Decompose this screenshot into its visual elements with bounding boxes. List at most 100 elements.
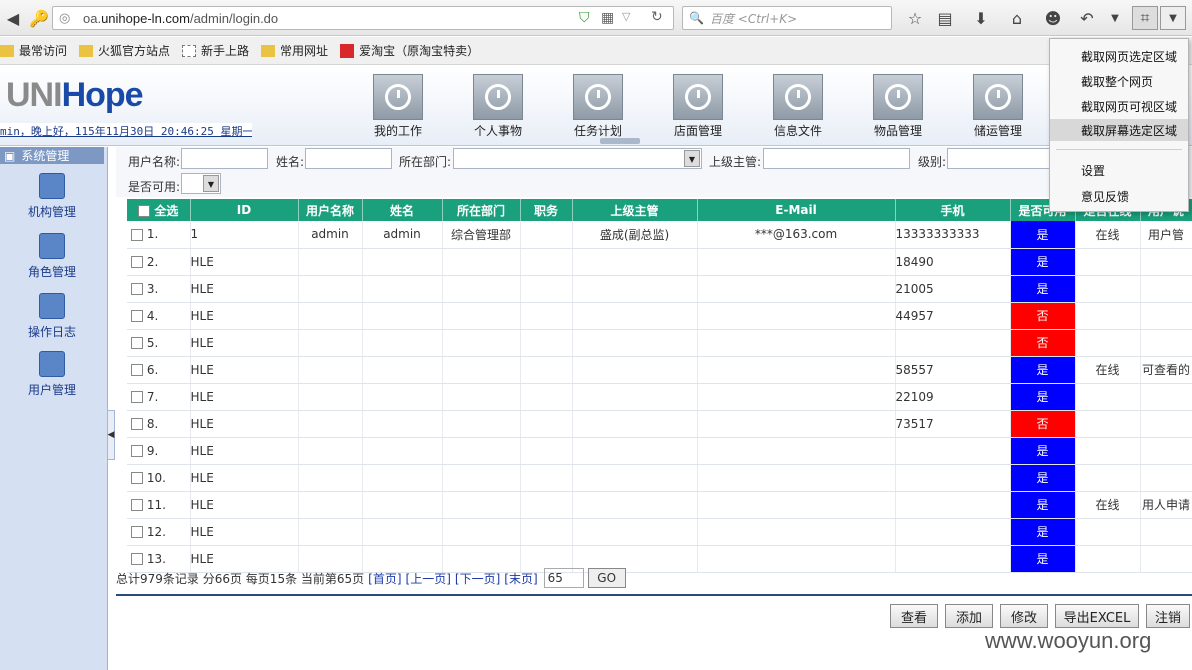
table-row[interactable]: 10. HLE 是 (127, 464, 1192, 492)
row-checkbox[interactable] (131, 526, 143, 538)
table-row[interactable]: 8. HLE 73517 否 (127, 410, 1192, 438)
username-input[interactable] (181, 148, 268, 169)
chevron-down-icon[interactable]: ▼ (1102, 6, 1128, 30)
supervisor-input[interactable] (763, 148, 910, 169)
sidebar-collapse-toggle[interactable]: ◀ (107, 410, 115, 460)
name-input[interactable] (305, 148, 392, 169)
table-row[interactable]: 2. HLE 18490 是 (127, 248, 1192, 276)
row-checkbox[interactable] (131, 445, 143, 457)
undo-icon[interactable]: ↶ (1074, 6, 1100, 30)
logout-button[interactable]: 注销 (1146, 604, 1190, 628)
menu-item-settings[interactable]: 设置 (1050, 159, 1188, 181)
nav-goods[interactable]: 物品管理 (858, 74, 938, 139)
star-icon[interactable]: ☆ (902, 6, 928, 30)
add-button[interactable]: 添加 (945, 604, 993, 628)
row-select-cell[interactable]: 7. (127, 383, 191, 411)
menu-item-capture-full[interactable]: 截取整个网页 (1050, 70, 1188, 92)
last-page-link[interactable]: [末页] (504, 570, 537, 587)
row-checkbox[interactable] (131, 256, 143, 268)
bookmark-firefox[interactable]: 火狐官方站点 (79, 42, 170, 59)
home-icon[interactable]: ⌂ (1004, 6, 1030, 30)
menu-item-capture-selection[interactable]: 截取网页选定区域 (1050, 45, 1188, 67)
back-icon[interactable]: ◀ (0, 6, 26, 30)
clipboard-icon[interactable]: ▤ (932, 6, 958, 30)
table-row[interactable]: 4. HLE 44957 否 (127, 302, 1192, 330)
row-checkbox[interactable] (131, 310, 143, 322)
row-select-cell[interactable]: 2. (127, 248, 191, 276)
chat-icon[interactable]: ☻ (1040, 6, 1066, 30)
search-box[interactable]: 🔍 百度 <Ctrl+K> (682, 6, 892, 30)
bookmark-common[interactable]: 常用网址 (261, 42, 328, 59)
row-select-cell[interactable]: 10. (127, 464, 191, 492)
row-select-cell[interactable]: 5. (127, 329, 191, 357)
next-page-link[interactable]: [下一页] (455, 570, 500, 587)
row-select-cell[interactable]: 11. (127, 491, 191, 519)
nav-store[interactable]: 店面管理 (658, 74, 738, 139)
select-all-header[interactable]: 全选 (127, 199, 191, 221)
nav-my-work[interactable]: 我的工作 (358, 74, 438, 139)
row-select-cell[interactable]: 12. (127, 518, 191, 546)
row-checkbox[interactable] (131, 553, 143, 565)
row-select-cell[interactable]: 4. (127, 302, 191, 330)
shield-icon[interactable]: ⛉ (579, 10, 590, 26)
sidebar-title[interactable]: ▣ 系统管理 (0, 147, 104, 164)
row-select-cell[interactable]: 3. (127, 275, 191, 303)
sidebar-item-roles[interactable]: 角色管理 (0, 233, 104, 280)
row-checkbox[interactable] (131, 472, 143, 484)
cell-note (1140, 275, 1192, 303)
nav-personal[interactable]: 个人事物 (458, 74, 538, 139)
table-row[interactable]: 3. HLE 21005 是 (127, 275, 1192, 303)
table-row[interactable]: 9. HLE 是 (127, 437, 1192, 465)
table-row[interactable]: 6. HLE 58557 是在线 可查看的 (127, 356, 1192, 384)
menu-item-feedback[interactable]: 意见反馈 (1050, 185, 1188, 207)
row-select-cell[interactable]: 9. (127, 437, 191, 465)
table-row[interactable]: 5. HLE 否 (127, 329, 1192, 357)
menu-item-capture-screen[interactable]: 截取屏幕选定区域 (1050, 119, 1188, 141)
sidebar-item-users[interactable]: 用户管理 (0, 351, 104, 398)
menu-item-capture-visible[interactable]: 截取网页可视区域 (1050, 95, 1188, 117)
dept-select[interactable]: ▼ (453, 148, 702, 169)
go-button[interactable]: GO (587, 568, 626, 588)
row-checkbox[interactable] (131, 337, 143, 349)
row-checkbox[interactable] (131, 283, 143, 295)
select-all-checkbox[interactable] (138, 205, 151, 217)
chevron-down-icon[interactable]: ▼ (1160, 6, 1186, 30)
sidebar-item-log[interactable]: 操作日志 (0, 293, 104, 340)
view-button[interactable]: 查看 (890, 604, 938, 628)
nav-task-plan[interactable]: 任务计划 (558, 74, 638, 139)
cell-title (520, 248, 573, 276)
key-icon[interactable]: 🔑 (26, 6, 52, 30)
table-row[interactable]: 11. HLE 是在线 用人申请 (127, 491, 1192, 519)
available-select[interactable]: ▼ (181, 173, 221, 194)
download-icon[interactable]: ⬇ (968, 6, 994, 30)
table-row[interactable]: 12. HLE 是 (127, 518, 1192, 546)
prev-page-link[interactable]: [上一页] (406, 570, 451, 587)
bookmark-taobao[interactable]: 爱淘宝（原淘宝特卖） (340, 42, 479, 59)
row-select-cell[interactable]: 8. (127, 410, 191, 438)
row-checkbox[interactable] (131, 391, 143, 403)
table-row[interactable]: 7. HLE 22109 是 (127, 383, 1192, 411)
qrcode-icon[interactable]: ▦ (601, 10, 614, 26)
table-row[interactable]: 1. 1 admin admin 综合管理部 盛成(副总监) ***@163.com 1333… (127, 221, 1192, 249)
sidebar-item-org[interactable]: 机构管理 (0, 173, 104, 220)
row-checkbox[interactable] (131, 499, 143, 511)
row-checkbox[interactable] (131, 228, 143, 241)
bookmark-newbie[interactable]: 新手上路 (182, 42, 249, 59)
row-select-cell[interactable]: 1. (127, 221, 191, 249)
first-page-link[interactable]: [首页] (368, 570, 401, 587)
row-select-cell[interactable]: 6. (127, 356, 191, 384)
row-checkbox[interactable] (131, 364, 143, 376)
level-input[interactable] (947, 148, 1057, 169)
url-bar[interactable]: ◎ oa.unihope-ln.com/admin/login.do ⛉ ▦ ▽… (52, 6, 674, 30)
chevron-down-icon[interactable]: ▽ (622, 10, 630, 23)
page-input[interactable]: 65 (543, 568, 584, 588)
nav-info-files[interactable]: 信息文件 (758, 74, 838, 139)
bookmark-most-visited[interactable]: 最常访问 (0, 42, 67, 59)
edit-button[interactable]: 修改 (1000, 604, 1048, 628)
nav-collapse-handle[interactable] (600, 138, 640, 144)
row-checkbox[interactable] (131, 418, 143, 430)
nav-logistics[interactable]: 储运管理 (958, 74, 1038, 139)
export-excel-button[interactable]: 导出EXCEL (1055, 604, 1139, 628)
reload-icon[interactable]: ↻ (651, 9, 663, 25)
crop-icon[interactable]: ⌗ (1132, 6, 1158, 30)
